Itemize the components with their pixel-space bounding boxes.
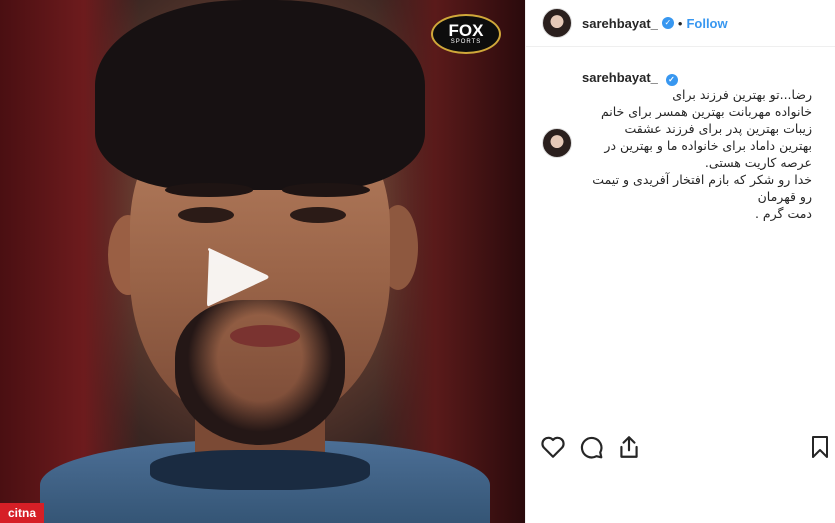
caption-line: دمت گرم .	[754, 206, 812, 221]
action-bar	[540, 434, 835, 462]
avatar[interactable]	[542, 8, 572, 38]
separator: •	[677, 15, 683, 31]
player-brow-left	[165, 183, 253, 197]
logo-line1: FOX	[448, 21, 484, 40]
comment-icon[interactable]	[578, 434, 604, 460]
caption-header: sarehbayat_ ✓	[582, 70, 812, 86]
player-beard	[175, 300, 345, 445]
player-brow-right	[282, 183, 370, 197]
caption-line: خدا رو شکر که بازم افتخار آفریدی و تیمت	[592, 172, 812, 187]
caption-line: عرصه کاریت هستی.	[704, 155, 812, 170]
bookmark-icon[interactable]	[808, 434, 832, 460]
caption-line: رضا...تو بهترین فرزند برای	[672, 87, 812, 102]
header-username[interactable]: sarehbayat_	[582, 16, 658, 31]
caption: sarehbayat_ ✓ رضا...تو بهترین فرزند برای…	[542, 70, 822, 222]
follow-button[interactable]: Follow	[686, 16, 727, 31]
player-mouth	[230, 325, 300, 347]
video-player[interactable]: FOX SPORTS citna	[0, 0, 525, 523]
caption-line: خانواده مهربانت بهترین همسر برای خانم	[600, 104, 812, 119]
caption-username[interactable]: sarehbayat_	[582, 70, 658, 85]
post-header: sarehbayat_ ✓ • Follow	[526, 0, 835, 47]
post-panel: sarehbayat_ ✓ • Follow sarehbayat_ ✓ رضا…	[525, 0, 835, 523]
play-icon[interactable]	[203, 247, 273, 307]
caption-line: بهترین داماد برای خانواده ما و بهترین در	[604, 138, 812, 153]
player-collar	[150, 450, 370, 490]
player-eye-left	[178, 207, 234, 223]
fox-sports-logo: FOX SPORTS	[431, 14, 501, 54]
caption-avatar[interactable]	[542, 128, 572, 158]
caption-line: رو قهرمان	[757, 189, 812, 204]
player-eye-right	[290, 207, 346, 223]
logo-line2: SPORTS	[450, 39, 482, 45]
citna-watermark: citna	[0, 503, 44, 523]
heart-icon[interactable]	[540, 434, 566, 460]
player-hair	[95, 0, 425, 190]
share-icon[interactable]	[616, 434, 642, 460]
verified-icon: ✓	[661, 17, 674, 29]
verified-icon: ✓	[665, 74, 678, 86]
caption-line: زیبات بهترین پدر برای فرزند عشقت	[624, 121, 813, 136]
caption-body: sarehbayat_ ✓ رضا...تو بهترین فرزند برای…	[582, 70, 812, 222]
